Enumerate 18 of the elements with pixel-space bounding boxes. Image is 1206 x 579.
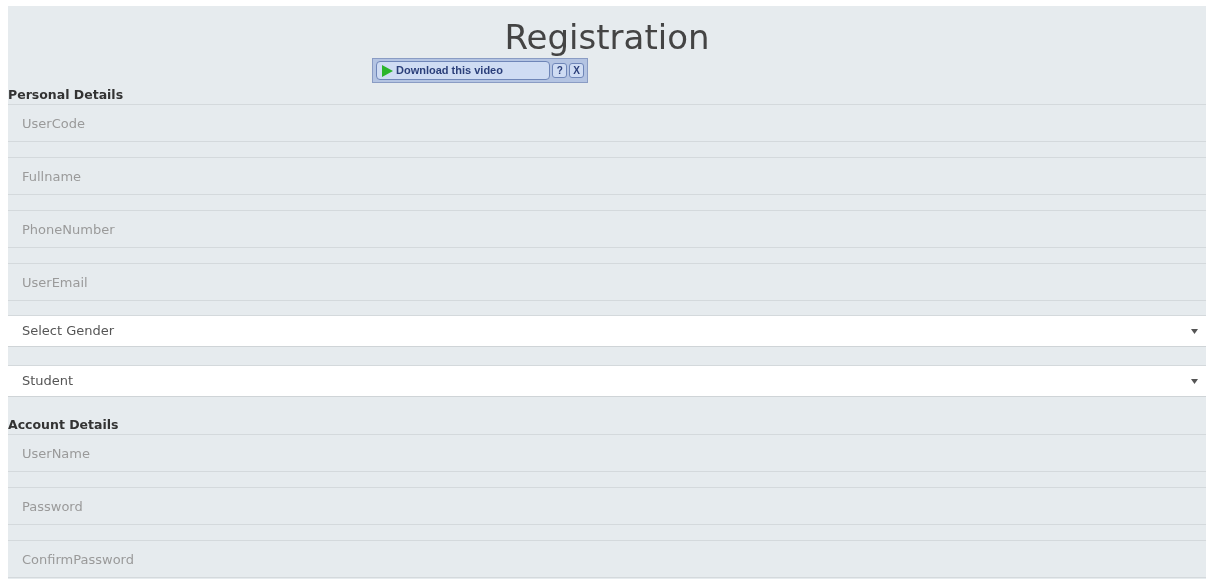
input-field[interactable]: PhoneNumber [8, 210, 1206, 248]
download-button[interactable]: Download this video [376, 61, 551, 80]
caret-icon [1191, 378, 1198, 384]
page-title: Registration [504, 20, 710, 54]
select-field[interactable]: Select Gender [8, 316, 1206, 347]
caret-icon [1191, 328, 1198, 334]
input-field[interactable]: UserName [8, 434, 1206, 472]
input-field[interactable]: Fullname [8, 157, 1206, 195]
input-field[interactable]: ConfirmPassword [8, 540, 1206, 578]
play-icon [381, 64, 393, 77]
input-field[interactable]: UserEmail [8, 263, 1206, 301]
close-button[interactable]: X [569, 63, 584, 78]
help-button[interactable]: ? [552, 63, 568, 78]
input-field[interactable]: UserCode [8, 104, 1206, 142]
section-heading: Personal Details [8, 86, 125, 104]
section-heading: Account Details [8, 416, 120, 434]
input-field[interactable]: Password [8, 487, 1206, 525]
select-field[interactable]: Student [8, 366, 1206, 397]
